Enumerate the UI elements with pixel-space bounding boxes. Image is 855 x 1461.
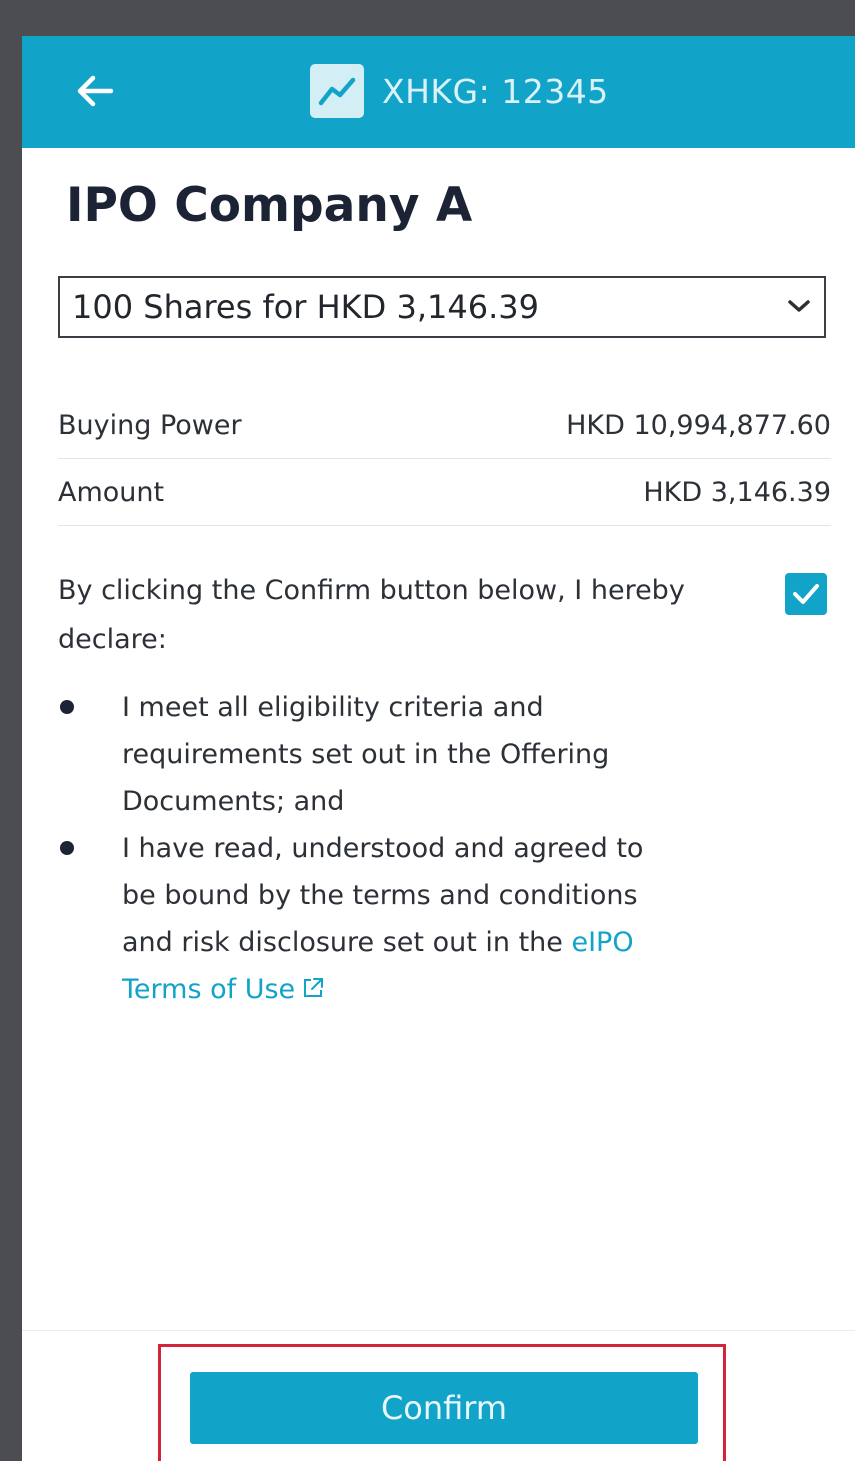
ipo-application-screen: XHKG: 12345 IPO Company A 100 Shares for… xyxy=(22,36,855,1461)
buying-power-label: Buying Power xyxy=(58,409,242,441)
ticker-header: XHKG: 12345 xyxy=(310,63,609,119)
back-button[interactable] xyxy=(70,66,120,116)
declaration-list: I meet all eligibility criteria and requ… xyxy=(58,684,678,1013)
declaration-item: I meet all eligibility criteria and requ… xyxy=(58,684,678,825)
amount-label: Amount xyxy=(58,476,165,508)
bullet-icon xyxy=(60,700,74,714)
chart-line-icon xyxy=(310,64,364,118)
declaration-intro: By clicking the Confirm button below, I … xyxy=(58,575,685,655)
footer-divider xyxy=(22,1330,855,1331)
arrow-left-icon xyxy=(77,75,114,107)
share-quantity-value: 100 Shares for HKD 3,146.39 xyxy=(72,288,539,326)
page-title: IPO Company A xyxy=(66,178,473,233)
amount-row: Amount HKD 3,146.39 xyxy=(58,459,831,526)
external-link-icon xyxy=(304,978,324,997)
ticker-symbol: XHKG: 12345 xyxy=(382,71,609,111)
declaration-checkbox[interactable] xyxy=(785,573,827,615)
buying-power-row: Buying Power HKD 10,994,877.60 xyxy=(58,392,831,459)
share-quantity-select[interactable]: 100 Shares for HKD 3,146.39 xyxy=(58,276,826,338)
amount-value: HKD 3,146.39 xyxy=(643,476,831,508)
declaration-item-text: I meet all eligibility criteria and requ… xyxy=(122,692,610,817)
top-bar: XHKG: 12345 xyxy=(22,36,855,148)
confirm-button[interactable]: Confirm xyxy=(190,1372,698,1444)
declaration-item-text: I have read, understood and agreed to be… xyxy=(122,833,644,958)
checkmark-icon xyxy=(793,584,819,604)
bullet-icon xyxy=(60,841,74,855)
buying-power-value: HKD 10,994,877.60 xyxy=(566,409,831,441)
chevron-down-icon xyxy=(788,300,810,312)
declaration-item: I have read, understood and agreed to be… xyxy=(58,825,678,1013)
